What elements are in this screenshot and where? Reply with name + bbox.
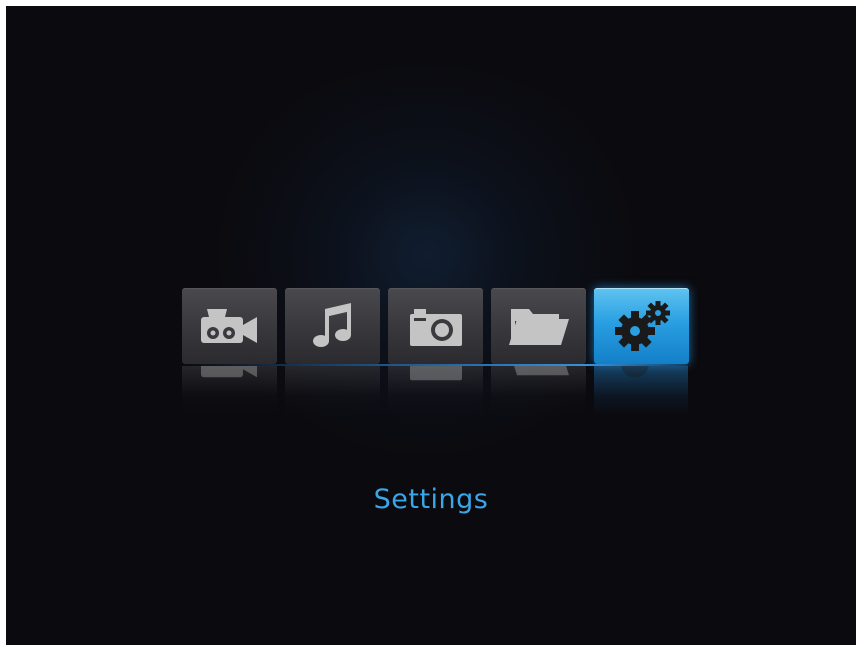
- menu-tile-settings[interactable]: [594, 288, 689, 364]
- reflection-files: [491, 366, 586, 416]
- folder-icon: [508, 366, 569, 376]
- camera-icon: [409, 309, 462, 346]
- menu-tile-files[interactable]: [491, 288, 586, 364]
- video-camera-icon: [200, 366, 257, 378]
- media-player-screen: [6, 6, 856, 645]
- reflection-music: [285, 366, 380, 416]
- menu-tile-music[interactable]: [285, 288, 380, 364]
- background-glow: [186, 66, 666, 486]
- gears-icon: [614, 301, 670, 351]
- music-note-icon: [312, 303, 351, 347]
- gears-icon: [620, 366, 649, 378]
- camera-icon: [409, 366, 462, 381]
- folder-icon: [508, 309, 569, 345]
- reflection-photo: [388, 366, 483, 416]
- menu-tile-video[interactable]: [182, 288, 277, 364]
- music-note-icon: [311, 366, 355, 394]
- reflection-video: [182, 366, 277, 416]
- menu-tile-photo[interactable]: [388, 288, 483, 364]
- reflection-settings: [594, 366, 688, 416]
- video-camera-icon: [200, 309, 257, 343]
- main-menu: [182, 288, 689, 364]
- menu-reflection: [182, 366, 688, 416]
- selected-menu-label: Settings: [373, 484, 489, 515]
